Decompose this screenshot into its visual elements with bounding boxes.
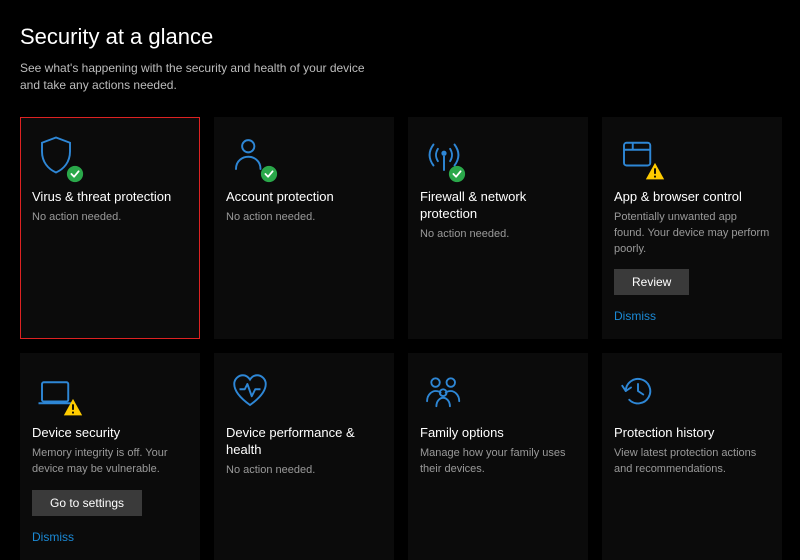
cards-grid: Virus & threat protection No action need… [20,117,780,560]
check-badge-icon [448,165,466,183]
card-desc: Potentially unwanted app found. Your dev… [614,210,770,258]
card-desc: No action needed. [32,210,188,226]
page-subtitle: See what's happening with the security a… [20,60,380,95]
card-title: Device performance & health [226,425,382,459]
card-title: Firewall & network protection [420,189,576,223]
card-desc: No action needed. [226,463,382,479]
card-title: Family options [420,425,576,442]
card-desc: Manage how your family uses their device… [420,446,576,478]
card-performance-health[interactable]: Device performance & health No action ne… [214,353,394,560]
page-title: Security at a glance [20,24,780,50]
person-icon [226,131,274,179]
card-device-security[interactable]: Device security Memory integrity is off.… [20,353,200,560]
shield-icon [32,131,80,179]
history-icon [614,367,662,415]
app-window-icon [614,131,662,179]
card-desc: Memory integrity is off. Your device may… [32,446,188,478]
card-desc: View latest protection actions and recom… [614,446,770,478]
card-protection-history[interactable]: Protection history View latest protectio… [602,353,782,560]
card-app-browser[interactable]: App & browser control Potentially unwant… [602,117,782,340]
chip-icon [32,367,80,415]
card-title: Protection history [614,425,770,442]
check-badge-icon [260,165,278,183]
dismiss-link[interactable]: Dismiss [614,309,770,323]
card-desc: No action needed. [226,210,382,226]
card-title: Virus & threat protection [32,189,188,206]
card-firewall[interactable]: Firewall & network protection No action … [408,117,588,340]
dismiss-link[interactable]: Dismiss [32,530,188,544]
card-virus-threat[interactable]: Virus & threat protection No action need… [20,117,200,340]
check-badge-icon [66,165,84,183]
card-desc: No action needed. [420,227,576,243]
go-to-settings-button[interactable]: Go to settings [32,490,142,516]
card-title: Device security [32,425,188,442]
heart-pulse-icon [226,367,274,415]
antenna-icon [420,131,468,179]
card-family-options[interactable]: Family options Manage how your family us… [408,353,588,560]
review-button[interactable]: Review [614,269,689,295]
card-title: App & browser control [614,189,770,206]
warning-badge-icon [644,161,666,183]
card-title: Account protection [226,189,382,206]
warning-badge-icon [62,397,84,419]
family-icon [420,367,468,415]
card-account-protection[interactable]: Account protection No action needed. [214,117,394,340]
